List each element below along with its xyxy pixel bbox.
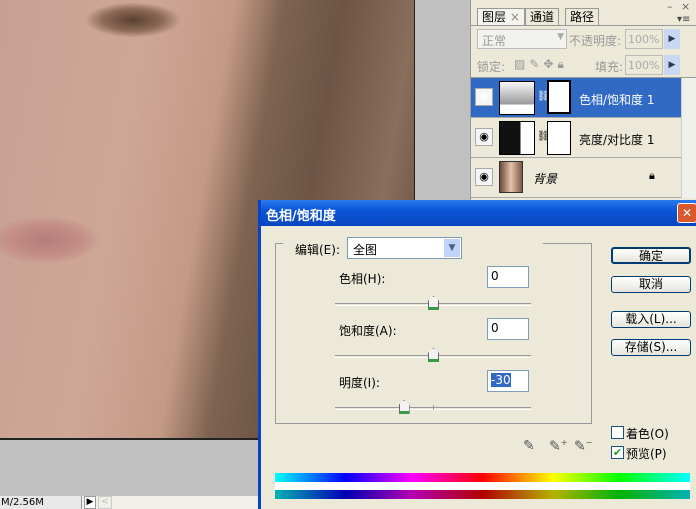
layer-name: 色相/饱和度 1 — [579, 93, 655, 107]
lightness-input[interactable]: -30 — [487, 370, 529, 392]
ok-button[interactable]: 确定 — [611, 247, 691, 264]
slider-center-tick — [433, 405, 434, 410]
lock-label: 锁定: — [477, 60, 506, 74]
colorize-label: 着色(O) — [626, 427, 669, 441]
background-thumbnail — [499, 161, 523, 193]
lightness-value: -30 — [491, 373, 511, 387]
eye-icon[interactable]: ◉ — [475, 128, 493, 146]
load-button[interactable]: 载入(L)... — [611, 311, 691, 328]
layers-scrollbar[interactable] — [681, 78, 696, 198]
tab-paths[interactable]: 路径 — [565, 8, 600, 26]
panel-menu-button[interactable]: ▾≡ — [677, 14, 690, 25]
chevron-down-icon: ▼ — [557, 32, 564, 42]
output-color-bar — [275, 490, 690, 499]
edit-value: 全图 — [353, 243, 378, 257]
minimize-button[interactable]: – — [667, 0, 673, 13]
tab-channels[interactable]: 通道 — [525, 8, 560, 26]
lock-icon: 🔒︎ — [649, 169, 655, 182]
hue-saturation-dialog: 色相/饱和度 ✕ 编辑(E): 全图 ▼ 色相(H): 0 饱和度(A): 0 明… — [258, 200, 696, 509]
fill-label: 填充: — [595, 60, 624, 74]
mask-thumbnail[interactable] — [547, 121, 571, 155]
eyedropper-plus-icon[interactable]: ✎+ — [549, 438, 567, 455]
chevron-down-icon: ▼ — [444, 239, 460, 257]
preview-label: 预览(P) — [626, 447, 667, 461]
doc-size: M/2.56M — [0, 496, 82, 509]
saturation-label: 饱和度(A): — [339, 324, 397, 338]
tab-close-icon[interactable]: × — [510, 10, 520, 24]
hue-input[interactable]: 0 — [487, 266, 529, 288]
blend-mode-select[interactable]: 正常 ▼ — [477, 29, 567, 49]
fill-input[interactable]: 100% — [625, 55, 663, 75]
panel-close-button[interactable]: × — [681, 0, 690, 13]
edit-select[interactable]: 全图 ▼ — [347, 237, 462, 259]
dialog-title: 色相/饱和度 — [261, 200, 696, 226]
status-bar: M/2.56M ▶ < — [0, 496, 258, 509]
opacity-input[interactable]: 100% — [625, 29, 663, 49]
saturation-input[interactable]: 0 — [487, 318, 529, 340]
blend-mode-value: 正常 — [482, 34, 507, 48]
lock-brush-icon[interactable]: ✎ — [529, 57, 543, 71]
eye-icon[interactable]: ◉ — [475, 88, 493, 106]
lock-icons[interactable]: ▨✎✥🔒︎ — [514, 57, 568, 72]
layer-row-background[interactable]: ◉ 背景 🔒︎ — [471, 158, 681, 198]
status-menu-arrow[interactable]: ▶ — [84, 496, 96, 509]
layer-name: 背景 — [533, 172, 558, 186]
scroll-left-button[interactable]: < — [98, 496, 112, 509]
dialog-close-button[interactable]: ✕ — [677, 203, 696, 223]
mask-thumbnail[interactable] — [547, 80, 571, 114]
preview-checkbox[interactable]: ✔ — [611, 446, 624, 459]
tab-layers[interactable]: 图层 × — [477, 8, 525, 26]
lock-all-icon[interactable]: 🔒︎ — [557, 57, 567, 71]
hue-label: 色相(H): — [339, 272, 386, 286]
save-button[interactable]: 存储(S)... — [611, 339, 691, 356]
lock-transparency-icon[interactable]: ▨ — [514, 57, 529, 71]
layer-row-brightness-contrast[interactable]: ◉ ⛓ 亮度/对比度 1 — [471, 118, 681, 158]
eyedropper-icon[interactable]: ✎ — [523, 438, 535, 454]
eyedropper-minus-icon[interactable]: ✎− — [574, 438, 592, 455]
layer-name: 亮度/对比度 1 — [579, 133, 655, 147]
input-color-bar — [275, 473, 690, 482]
adjustment-thumbnail — [499, 121, 535, 155]
tab-label: 图层 — [482, 10, 507, 24]
edit-label: 编辑(E): — [295, 243, 340, 257]
colorize-checkbox[interactable] — [611, 426, 624, 439]
lock-move-icon[interactable]: ✥ — [543, 57, 557, 71]
fill-slider-button[interactable]: ▶ — [664, 55, 680, 75]
opacity-label: 不透明度: — [569, 34, 622, 48]
lightness-label: 明度(I): — [339, 376, 380, 390]
layer-row-hue-saturation[interactable]: ◉ ⛓ 色相/饱和度 1 — [471, 78, 681, 118]
cancel-button[interactable]: 取消 — [611, 276, 691, 293]
adjustment-thumbnail — [499, 81, 535, 115]
opacity-slider-button[interactable]: ▶ — [664, 29, 680, 49]
adjustment-group — [275, 243, 592, 424]
eye-icon[interactable]: ◉ — [475, 168, 493, 186]
layers-panel: – × ▾≡ 图层 × 通道 路径 正常 ▼ 不透明度: 100% ▶ 锁定: ▨… — [470, 0, 696, 200]
